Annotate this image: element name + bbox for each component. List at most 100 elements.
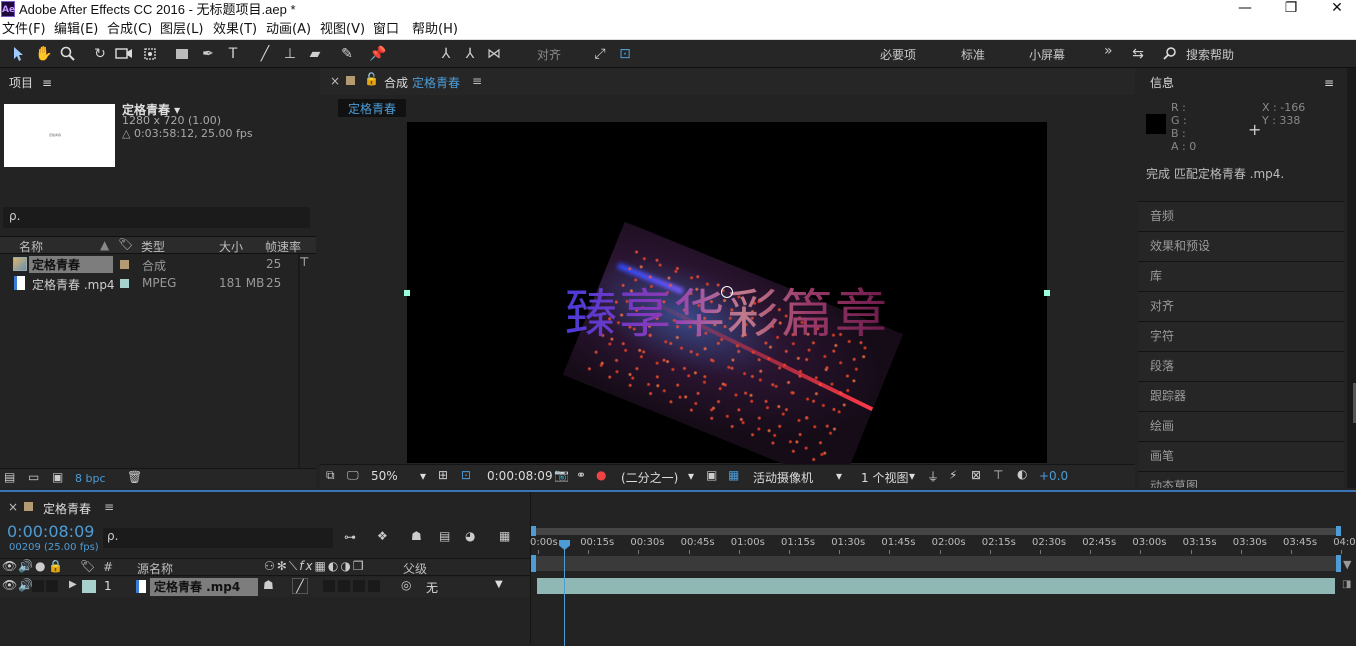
- rotate-tool-icon[interactable]: ↻: [90, 44, 110, 64]
- navigator-start-handle[interactable]: [531, 526, 536, 536]
- info-panel-title[interactable]: 信息: [1150, 71, 1174, 95]
- label-color-swatch[interactable]: [120, 279, 129, 288]
- label-column-icon[interactable]: 🏷: [118, 237, 133, 251]
- transparency-grid-icon[interactable]: ▦: [728, 468, 739, 482]
- info-panel-menu-icon[interactable]: ≡: [1324, 71, 1334, 95]
- visibility-column-icon[interactable]: 👁: [2, 559, 17, 573]
- eraser-tool-icon[interactable]: ▰: [305, 44, 325, 64]
- parent-pickwhip-icon[interactable]: ◎: [401, 578, 411, 592]
- camera-dropdown-icon[interactable]: ▾: [836, 469, 842, 483]
- title-text-layer[interactable]: 臻享华彩篇章: [565, 272, 889, 347]
- parent-dropdown-icon[interactable]: ▼: [495, 579, 503, 590]
- panel-libraries[interactable]: 库: [1138, 261, 1344, 291]
- column-fps[interactable]: 帧速率: [265, 238, 301, 255]
- comp-tab-name[interactable]: 定格青春: [412, 74, 460, 91]
- panel-character[interactable]: 字符: [1138, 321, 1344, 351]
- fit-frame-icon[interactable]: ⊞: [438, 468, 448, 482]
- project-item-row[interactable]: 定格青春 .mp4 MPEG 181 MB 25: [0, 274, 316, 293]
- delete-trash-icon[interactable]: 🗑: [127, 470, 142, 484]
- pen-tool-icon[interactable]: ✒: [198, 44, 218, 64]
- roto-brush-tool-icon[interactable]: ✎: [337, 44, 357, 64]
- lock-icon[interactable]: 🔓: [364, 72, 379, 86]
- parent-header[interactable]: 父级: [403, 560, 427, 577]
- toggle-pixel-aspect-icon[interactable]: ⏚: [927, 468, 939, 485]
- lock-column-icon[interactable]: 🔒: [48, 559, 63, 573]
- grid-snap-icon[interactable]: ⊡: [615, 44, 635, 64]
- timeline-menu-icon[interactable]: ≡: [104, 500, 114, 514]
- close-timeline-tab[interactable]: ×: [8, 500, 18, 514]
- right-scrollbar[interactable]: [1347, 68, 1356, 488]
- resolution-dropdown-icon[interactable]: ▾: [688, 469, 694, 483]
- menu-file[interactable]: 文件(F): [2, 21, 46, 38]
- workspace-small-screen[interactable]: 小屏幕: [1029, 46, 1065, 63]
- project-search-input[interactable]: ρ.: [3, 207, 310, 228]
- shy-switch-icon[interactable]: ☗: [263, 578, 274, 592]
- comp-flowchart-tab[interactable]: 定格青春: [338, 99, 407, 117]
- composition-viewport[interactable]: 臻享华彩篇章: [407, 122, 1047, 488]
- panel-align[interactable]: 对齐: [1138, 291, 1344, 321]
- timeline-scroll-arrow-icon[interactable]: ▼: [1343, 558, 1351, 571]
- quality-switch-icon[interactable]: ╱: [292, 578, 308, 594]
- close-tab-button[interactable]: ×: [330, 74, 340, 88]
- solo-column-icon[interactable]: ●: [35, 559, 45, 573]
- layer-lock-toggle[interactable]: [46, 580, 58, 592]
- workspace-standard[interactable]: 标准: [961, 46, 985, 63]
- menu-window[interactable]: 窗口: [373, 21, 399, 38]
- frame-blend-switch[interactable]: [338, 580, 350, 592]
- zoom-dropdown-icon[interactable]: ▾: [420, 469, 426, 483]
- view-axis-icon[interactable]: ⋈: [484, 44, 504, 64]
- current-time-indicator[interactable]: [564, 540, 565, 646]
- layer-audio-icon[interactable]: 🔊: [18, 578, 33, 592]
- reset-exposure-icon[interactable]: ◐: [1017, 467, 1027, 481]
- panel-tracker[interactable]: 跟踪器: [1138, 381, 1344, 411]
- work-area-bar[interactable]: [533, 556, 1341, 571]
- project-scrollbar[interactable]: [298, 254, 300, 468]
- layer-visibility-icon[interactable]: 👁: [2, 578, 17, 592]
- expand-layer-icon[interactable]: ▶: [69, 579, 77, 590]
- motion-blur-switch[interactable]: [353, 580, 365, 592]
- views-dropdown-icon[interactable]: ▾: [909, 469, 915, 483]
- workspace-essentials[interactable]: 必要项: [880, 46, 916, 63]
- label-color-swatch[interactable]: [120, 260, 129, 269]
- layer-source-name[interactable]: 定格青春 .mp4: [150, 578, 258, 596]
- monitor-icon[interactable]: 🖵: [347, 468, 359, 483]
- timeline-current-time[interactable]: 0:00:08:09: [7, 522, 94, 541]
- comp-panel-menu-icon[interactable]: ≡: [472, 74, 482, 88]
- source-name-header[interactable]: 源名称: [137, 560, 173, 577]
- exposure-value[interactable]: +0.0: [1039, 469, 1068, 483]
- label-column-icon[interactable]: 🏷: [80, 559, 95, 573]
- navigator-end-handle[interactable]: [1336, 526, 1341, 536]
- project-panel-title[interactable]: 项目: [9, 71, 33, 95]
- project-item-row[interactable]: 定格青春 合成 25 ⊤: [0, 255, 316, 274]
- menu-view[interactable]: 视图(V): [320, 21, 365, 38]
- workspace-more-button[interactable]: »: [1104, 43, 1113, 59]
- rotated-footage-layer[interactable]: [563, 221, 903, 488]
- bit-depth-button[interactable]: 8 bpc: [75, 472, 106, 485]
- close-window-button[interactable]: ✕: [1322, 0, 1352, 19]
- menu-edit[interactable]: 编辑(E): [54, 21, 98, 38]
- puppet-tool-icon[interactable]: 📌: [368, 44, 388, 64]
- new-composition-icon[interactable]: ▣: [52, 470, 63, 484]
- panel-paragraph[interactable]: 段落: [1138, 351, 1344, 381]
- motion-blur-icon[interactable]: ◕: [465, 529, 475, 543]
- interpret-footage-icon[interactable]: ▤: [4, 470, 15, 484]
- sync-settings-icon[interactable]: ⇆: [1128, 44, 1148, 64]
- selection-tool-icon[interactable]: [8, 44, 28, 64]
- timeline-comp-name[interactable]: 定格青春: [43, 500, 91, 517]
- menu-effect[interactable]: 效果(T): [213, 21, 257, 38]
- text-tool-icon[interactable]: T: [223, 44, 243, 64]
- panel-brushes[interactable]: 画笔: [1138, 441, 1344, 471]
- panel-paint[interactable]: 绘画: [1138, 411, 1344, 441]
- maximize-button[interactable]: ❐: [1276, 0, 1306, 19]
- local-axis-icon[interactable]: ⅄: [436, 44, 456, 64]
- channel-rgb-icon[interactable]: ●: [596, 468, 606, 482]
- view-layout-select[interactable]: 1 个视图: [861, 469, 908, 486]
- minimize-button[interactable]: —: [1230, 0, 1260, 19]
- layer-row[interactable]: 👁 🔊 ▶ 1 定格青春 .mp4 ☗ ╱ ◎ 无 ▼: [0, 577, 530, 597]
- audio-column-icon[interactable]: 🔊: [18, 559, 33, 573]
- work-area-start[interactable]: [531, 555, 536, 572]
- pan-behind-tool-icon[interactable]: [140, 44, 160, 64]
- world-axis-icon[interactable]: ⅄: [460, 44, 480, 64]
- flowchart-toggle-icon[interactable]: ⚡: [949, 468, 957, 482]
- hand-tool-icon[interactable]: ✋: [34, 44, 54, 64]
